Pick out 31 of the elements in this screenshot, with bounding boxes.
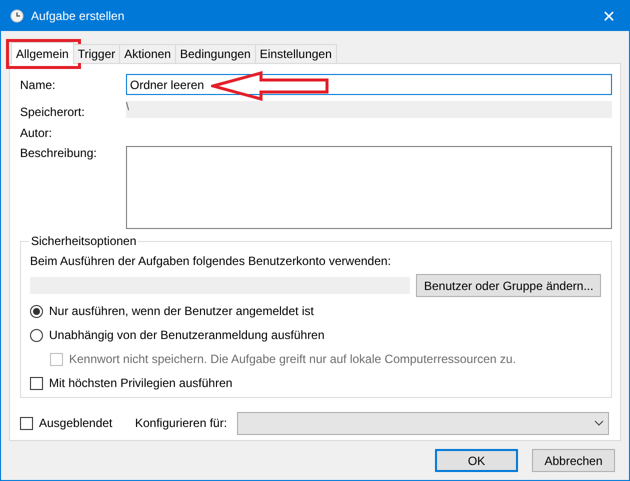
ok-button[interactable]: OK — [435, 449, 518, 472]
option-label: Kennwort nicht speichern. Die Aufgabe greift nur auf lokale Computerressourcen zu. — [69, 352, 516, 366]
name-field[interactable]: Ordner leeren — [126, 74, 612, 95]
checkbox[interactable] — [20, 416, 33, 430]
account-label: Beim Ausführen der Aufgaben folgendes Benutzerkonto verwenden: — [30, 254, 392, 268]
field-label: Speicherort: — [20, 104, 86, 119]
field-label: Name: — [20, 77, 56, 92]
arrow-icon — [211, 71, 329, 101]
tab[interactable]: Trigger — [72, 44, 120, 63]
tab[interactable]: Einstellungen — [254, 44, 337, 63]
option-label: Ausgeblendet — [39, 416, 112, 430]
checkbox[interactable] — [30, 376, 43, 390]
cancel-button[interactable]: Abbrechen — [532, 449, 615, 472]
change-user-button[interactable]: Benutzer oder Gruppe ändern... — [416, 274, 602, 297]
tab[interactable]: Bedingungen — [174, 44, 256, 63]
window-title: Aufgabe erstellen — [31, 9, 126, 23]
description-field[interactable] — [126, 146, 612, 229]
tab[interactable]: Allgemein — [11, 42, 74, 64]
field-label: Beschreibung: — [20, 145, 98, 160]
group-legend: Sicherheitsoptionen — [29, 234, 138, 248]
radio-button[interactable] — [30, 304, 43, 318]
field-label: Autor: — [20, 125, 54, 140]
configure-label: Konfigurieren für: — [135, 416, 228, 430]
clock-icon — [10, 9, 24, 23]
close-button[interactable]: ✕ — [589, 1, 629, 31]
chevron-down-icon — [594, 420, 604, 426]
option-label: Nur ausführen, wenn der Benutzer angemeldet ist — [49, 304, 314, 318]
location-field: \ — [126, 101, 612, 118]
option-label: Mit höchsten Privilegien ausführen — [49, 376, 232, 390]
radio-button[interactable] — [30, 328, 43, 342]
option-label: Unabhängig von der Benutzeranmeldung ausführen — [49, 328, 325, 342]
